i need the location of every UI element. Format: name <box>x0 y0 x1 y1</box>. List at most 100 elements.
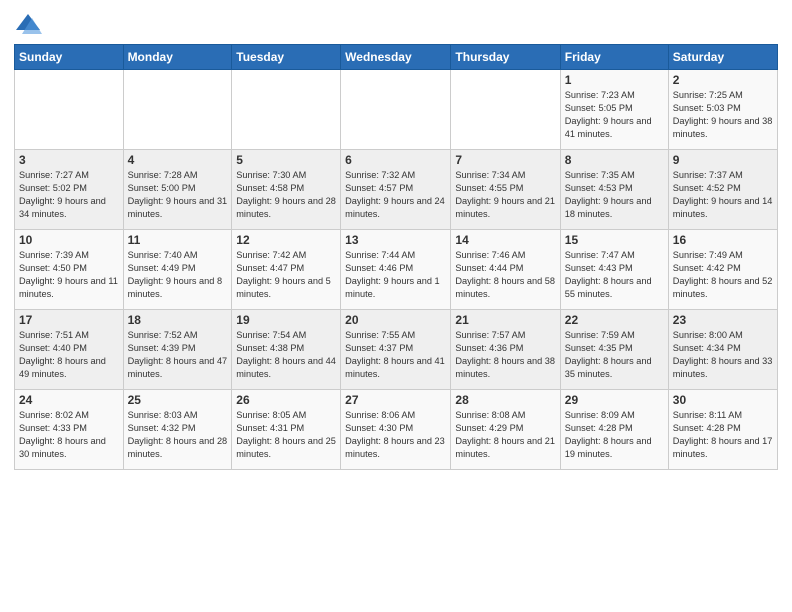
calendar-cell <box>232 70 341 150</box>
calendar-week-1: 3 Sunrise: 7:27 AM Sunset: 5:02 PM Daylig… <box>15 150 778 230</box>
day-number: 15 <box>565 233 664 247</box>
day-info: Sunrise: 7:52 AM Sunset: 4:39 PM Dayligh… <box>128 329 228 381</box>
calendar-cell: 23 Sunrise: 8:00 AM Sunset: 4:34 PM Dayli… <box>668 310 777 390</box>
calendar-cell: 20Sunrise: 7:55 AM Sunset: 4:37 PM Dayli… <box>341 310 451 390</box>
calendar-cell: 25 Sunrise: 8:03 AM Sunset: 4:32 PM Dayli… <box>123 390 232 470</box>
day-info: Sunrise: 8:06 AM Sunset: 4:30 PM Dayligh… <box>345 409 446 461</box>
calendar-cell: 7 Sunrise: 7:34 AM Sunset: 4:55 PM Daylig… <box>451 150 560 230</box>
calendar-cell: 3 Sunrise: 7:27 AM Sunset: 5:02 PM Daylig… <box>15 150 124 230</box>
day-info: Sunrise: 7:59 AM Sunset: 4:35 PM Dayligh… <box>565 329 664 381</box>
calendar-cell: 11 Sunrise: 7:40 AM Sunset: 4:49 PM Dayli… <box>123 230 232 310</box>
day-number: 9 <box>673 153 773 167</box>
calendar-week-3: 17 Sunrise: 7:51 AM Sunset: 4:40 PM Dayli… <box>15 310 778 390</box>
calendar-week-2: 10 Sunrise: 7:39 AM Sunset: 4:50 PM Dayli… <box>15 230 778 310</box>
weekday-header-monday: Monday <box>123 45 232 70</box>
calendar-cell: 16Sunrise: 7:49 AM Sunset: 4:42 PM Dayli… <box>668 230 777 310</box>
day-number: 17 <box>19 313 119 327</box>
day-info: Sunrise: 7:40 AM Sunset: 4:49 PM Dayligh… <box>128 249 228 301</box>
day-info: Sunrise: 7:57 AM Sunset: 4:36 PM Dayligh… <box>455 329 555 381</box>
day-number: 22 <box>565 313 664 327</box>
calendar-cell: 4 Sunrise: 7:28 AM Sunset: 5:00 PM Daylig… <box>123 150 232 230</box>
day-info: Sunrise: 7:35 AM Sunset: 4:53 PM Dayligh… <box>565 169 664 221</box>
day-info: Sunrise: 8:05 AM Sunset: 4:31 PM Dayligh… <box>236 409 336 461</box>
calendar-cell: 6 Sunrise: 7:32 AM Sunset: 4:57 PM Daylig… <box>341 150 451 230</box>
calendar-cell: 10 Sunrise: 7:39 AM Sunset: 4:50 PM Dayli… <box>15 230 124 310</box>
calendar-cell: 22 Sunrise: 7:59 AM Sunset: 4:35 PM Dayli… <box>560 310 668 390</box>
day-number: 19 <box>236 313 336 327</box>
day-info: Sunrise: 7:25 AM Sunset: 5:03 PM Dayligh… <box>673 89 773 141</box>
logo-icon <box>14 10 42 38</box>
day-number: 10 <box>19 233 119 247</box>
weekday-header-friday: Friday <box>560 45 668 70</box>
day-number: 23 <box>673 313 773 327</box>
weekday-header-tuesday: Tuesday <box>232 45 341 70</box>
day-info: Sunrise: 8:02 AM Sunset: 4:33 PM Dayligh… <box>19 409 119 461</box>
calendar-header-row: SundayMondayTuesdayWednesdayThursdayFrid… <box>15 45 778 70</box>
calendar-cell: 8 Sunrise: 7:35 AM Sunset: 4:53 PM Daylig… <box>560 150 668 230</box>
day-info: Sunrise: 7:34 AM Sunset: 4:55 PM Dayligh… <box>455 169 555 221</box>
day-number: 25 <box>128 393 228 407</box>
day-number: 28 <box>455 393 555 407</box>
day-info: Sunrise: 8:00 AM Sunset: 4:34 PM Dayligh… <box>673 329 773 381</box>
calendar-cell: 9 Sunrise: 7:37 AM Sunset: 4:52 PM Daylig… <box>668 150 777 230</box>
calendar-cell: 19 Sunrise: 7:54 AM Sunset: 4:38 PM Dayli… <box>232 310 341 390</box>
day-number: 21 <box>455 313 555 327</box>
calendar-table: SundayMondayTuesdayWednesdayThursdayFrid… <box>14 44 778 470</box>
calendar-cell: 29Sunrise: 8:09 AM Sunset: 4:28 PM Dayli… <box>560 390 668 470</box>
day-number: 4 <box>128 153 228 167</box>
calendar-cell: 18 Sunrise: 7:52 AM Sunset: 4:39 PM Dayli… <box>123 310 232 390</box>
calendar-cell: 12 Sunrise: 7:42 AM Sunset: 4:47 PM Dayli… <box>232 230 341 310</box>
day-info: Sunrise: 8:11 AM Sunset: 4:28 PM Dayligh… <box>673 409 773 461</box>
calendar-cell <box>15 70 124 150</box>
calendar-week-0: 1 Sunrise: 7:23 AM Sunset: 5:05 PM Daylig… <box>15 70 778 150</box>
day-number: 24 <box>19 393 119 407</box>
page: SundayMondayTuesdayWednesdayThursdayFrid… <box>0 0 792 612</box>
day-info: Sunrise: 7:30 AM Sunset: 4:58 PM Dayligh… <box>236 169 336 221</box>
day-info: Sunrise: 7:42 AM Sunset: 4:47 PM Dayligh… <box>236 249 336 301</box>
day-number: 18 <box>128 313 228 327</box>
calendar-cell: 26 Sunrise: 8:05 AM Sunset: 4:31 PM Dayli… <box>232 390 341 470</box>
day-info: Sunrise: 7:54 AM Sunset: 4:38 PM Dayligh… <box>236 329 336 381</box>
day-number: 14 <box>455 233 555 247</box>
weekday-header-thursday: Thursday <box>451 45 560 70</box>
weekday-header-saturday: Saturday <box>668 45 777 70</box>
day-number: 13 <box>345 233 446 247</box>
calendar-cell: 1 Sunrise: 7:23 AM Sunset: 5:05 PM Daylig… <box>560 70 668 150</box>
calendar-cell: 24 Sunrise: 8:02 AM Sunset: 4:33 PM Dayli… <box>15 390 124 470</box>
day-info: Sunrise: 7:51 AM Sunset: 4:40 PM Dayligh… <box>19 329 119 381</box>
day-number: 3 <box>19 153 119 167</box>
day-number: 16 <box>673 233 773 247</box>
calendar-cell <box>123 70 232 150</box>
day-number: 12 <box>236 233 336 247</box>
day-info: Sunrise: 7:27 AM Sunset: 5:02 PM Dayligh… <box>19 169 119 221</box>
day-info: Sunrise: 7:32 AM Sunset: 4:57 PM Dayligh… <box>345 169 446 221</box>
calendar-cell: 21 Sunrise: 7:57 AM Sunset: 4:36 PM Dayli… <box>451 310 560 390</box>
day-info: Sunrise: 7:39 AM Sunset: 4:50 PM Dayligh… <box>19 249 119 301</box>
calendar-cell: 28Sunrise: 8:08 AM Sunset: 4:29 PM Dayli… <box>451 390 560 470</box>
day-number: 11 <box>128 233 228 247</box>
header <box>14 10 778 38</box>
calendar-cell: 14 Sunrise: 7:46 AM Sunset: 4:44 PM Dayli… <box>451 230 560 310</box>
weekday-header-wednesday: Wednesday <box>341 45 451 70</box>
weekday-header-sunday: Sunday <box>15 45 124 70</box>
day-info: Sunrise: 7:28 AM Sunset: 5:00 PM Dayligh… <box>128 169 228 221</box>
day-number: 26 <box>236 393 336 407</box>
day-info: Sunrise: 7:23 AM Sunset: 5:05 PM Dayligh… <box>565 89 664 141</box>
day-number: 5 <box>236 153 336 167</box>
day-number: 20 <box>345 313 446 327</box>
calendar-cell <box>341 70 451 150</box>
day-number: 8 <box>565 153 664 167</box>
calendar-cell: 2 Sunrise: 7:25 AM Sunset: 5:03 PM Daylig… <box>668 70 777 150</box>
day-info: Sunrise: 7:46 AM Sunset: 4:44 PM Dayligh… <box>455 249 555 301</box>
day-number: 1 <box>565 73 664 87</box>
day-number: 6 <box>345 153 446 167</box>
calendar-cell: 30Sunrise: 8:11 AM Sunset: 4:28 PM Dayli… <box>668 390 777 470</box>
day-info: Sunrise: 8:03 AM Sunset: 4:32 PM Dayligh… <box>128 409 228 461</box>
day-number: 7 <box>455 153 555 167</box>
day-info: Sunrise: 7:37 AM Sunset: 4:52 PM Dayligh… <box>673 169 773 221</box>
logo <box>14 10 46 38</box>
calendar-cell: 15Sunrise: 7:47 AM Sunset: 4:43 PM Dayli… <box>560 230 668 310</box>
day-number: 29 <box>565 393 664 407</box>
day-info: Sunrise: 7:44 AM Sunset: 4:46 PM Dayligh… <box>345 249 446 301</box>
day-number: 2 <box>673 73 773 87</box>
